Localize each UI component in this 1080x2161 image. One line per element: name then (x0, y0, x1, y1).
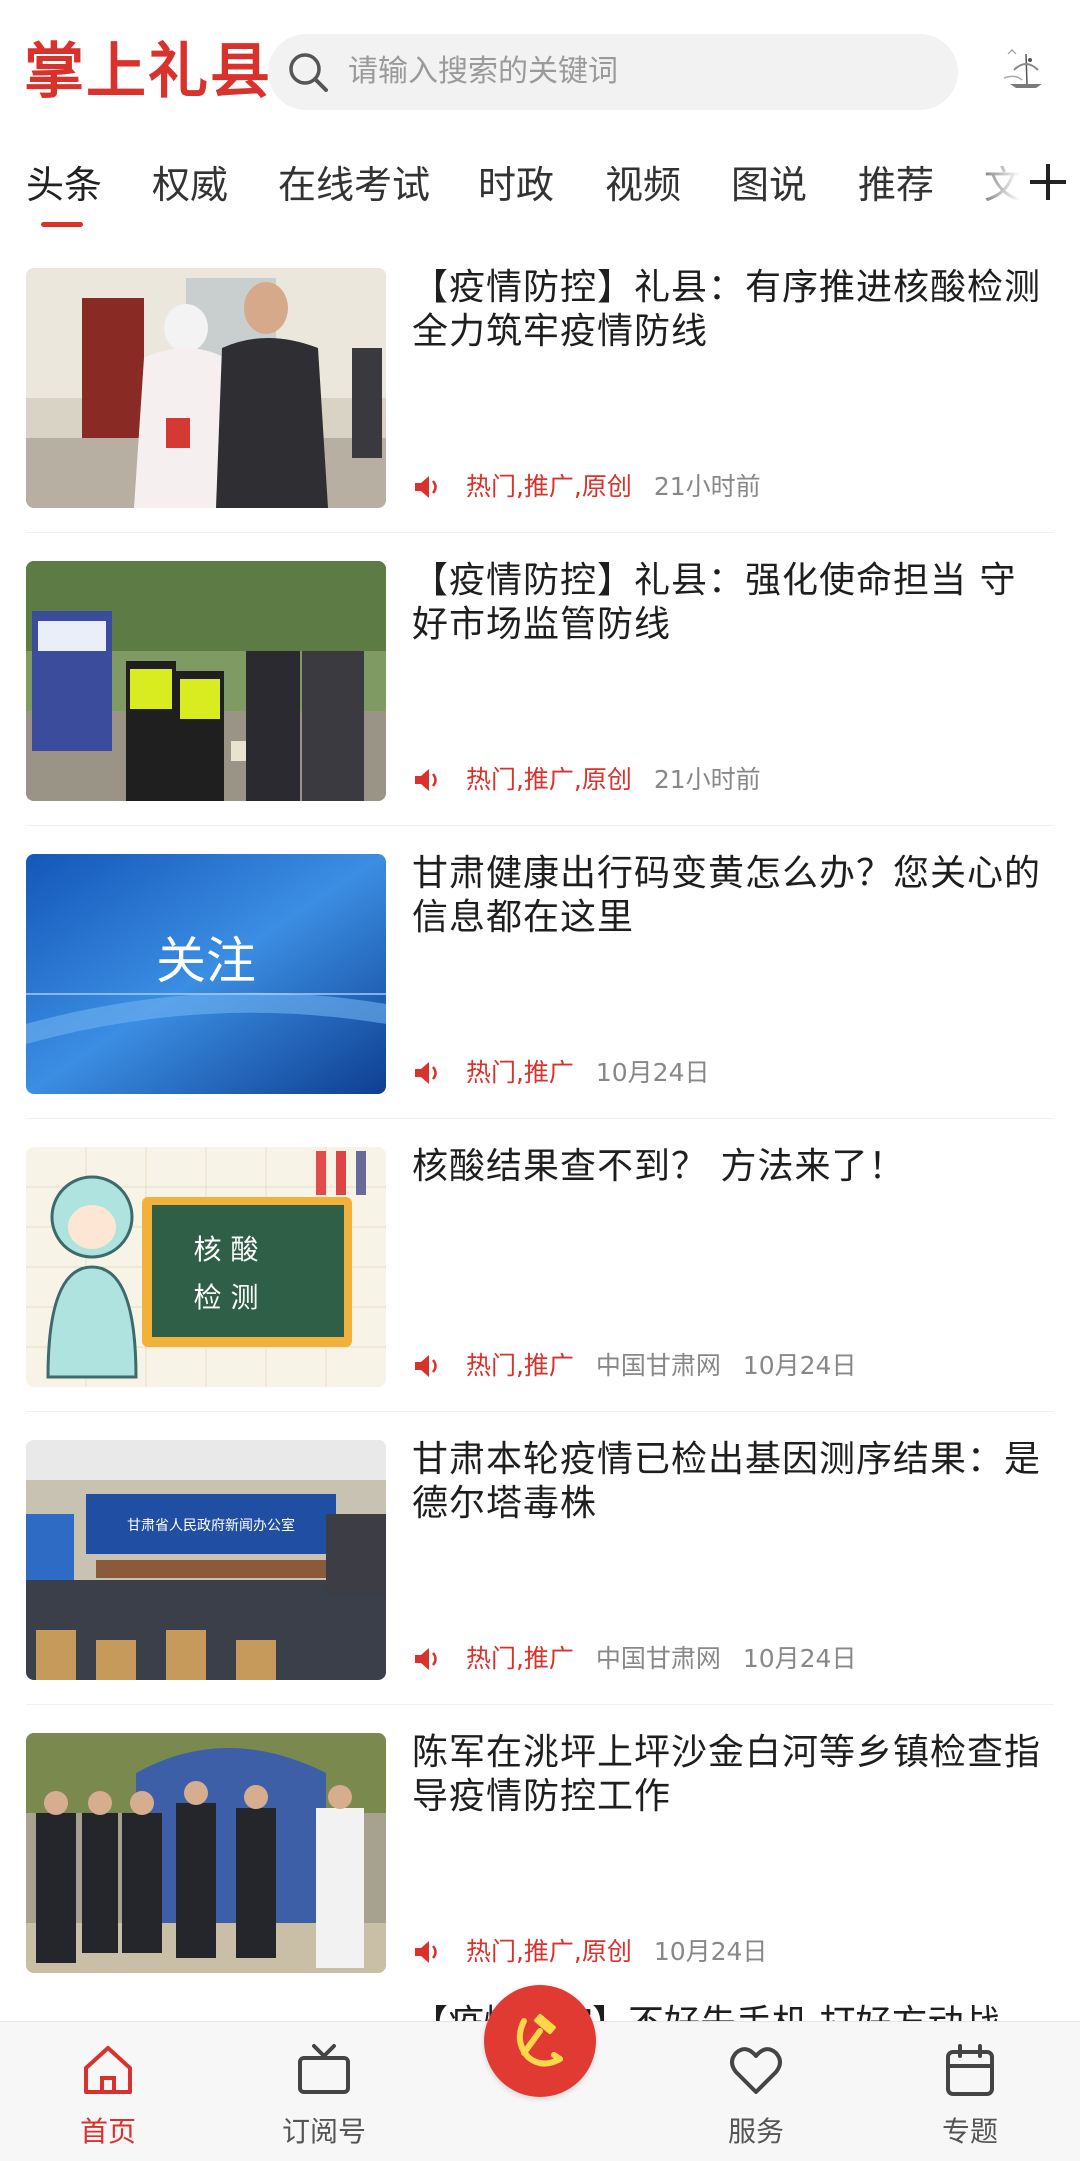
news-item[interactable]: 陈军在洮坪上坪沙金白河等乡镇检查指导疫情防控工作 热门,推广,原创 10月24日 (0, 1705, 1080, 1998)
speaker-icon[interactable] (412, 473, 442, 501)
news-item[interactable]: 【疫情防控】礼县：有序推进核酸检测 全力筑牢疫情防线 热门,推广,原创 21小时… (0, 240, 1080, 533)
tab-online-exam[interactable]: 在线考试 (278, 150, 430, 220)
hammer-sickle-icon (516, 2013, 563, 2067)
thumb-caption-2: 检 测 (194, 1281, 259, 1314)
news-title[interactable]: 核酸结果查不到？ 方法来了！ (412, 1145, 1052, 1189)
app-root: 掌上礼县 请输入搜索的关键词 头条 权威 在线考试 时政 视频 图说 推荐 文 (0, 0, 1080, 2161)
thumb-caption-1: 核 酸 (194, 1233, 259, 1266)
news-item[interactable]: 核 酸 检 测 核酸结果查不到？ 方法来了！ 热门,推广 中国甘肃网 10月24… (0, 1119, 1080, 1412)
speaker-icon[interactable] (412, 1059, 442, 1087)
news-meta: 热门,推广,原创 10月24日 (412, 1931, 767, 1971)
news-meta: 热门,推广,原创 21小时前 (412, 759, 761, 799)
news-time: 10月24日 (742, 1644, 857, 1673)
news-illustration: 核 酸 检 测 (26, 1147, 386, 1387)
tab-video[interactable]: 视频 (605, 150, 681, 220)
news-tags: 热门,推广 (465, 1351, 574, 1380)
search-input[interactable]: 请输入搜索的关键词 (268, 34, 958, 110)
news-time: 10月24日 (653, 1937, 768, 1966)
nav-service[interactable]: 服务 (676, 2022, 836, 2161)
nav-home-label: 首页 (79, 2115, 136, 2148)
news-title[interactable]: 【疫情防控】礼县：有序推进核酸检测 全力筑牢疫情防线 (412, 266, 1052, 354)
tab-politics[interactable]: 时政 (478, 150, 554, 220)
news-thumbnail: 关注 (26, 854, 386, 1094)
nav-service-label: 服务 (727, 2115, 784, 2148)
news-photo (26, 561, 386, 801)
thumb-caption: 关注 (156, 932, 256, 990)
news-title[interactable]: 甘肃健康出行码变黄怎么办？您关心的信息都在这里 (412, 852, 1052, 940)
news-meta: 热门,推广 中国甘肃网 10月24日 (412, 1345, 856, 1385)
news-title[interactable]: 甘肃本轮疫情已检出基因测序结果：是德尔塔毒株 (412, 1438, 1052, 1526)
tab-recommend[interactable]: 推荐 (858, 150, 934, 220)
news-graphic: 关注 (26, 854, 386, 1094)
thumb-caption: 甘肃省人民政府新闻办公室 (127, 1517, 295, 1534)
speaker-icon[interactable] (412, 766, 442, 794)
tabs-fade (960, 146, 1020, 226)
news-thumbnail (26, 268, 386, 508)
tab-pictures[interactable]: 图说 (731, 150, 807, 220)
news-item[interactable]: 甘肃省人民政府新闻办公室 甘肃本轮疫情已检出基因测序结果：是德尔塔毒株 热门,推… (0, 1412, 1080, 1705)
active-tab-indicator (41, 222, 83, 227)
news-title[interactable]: 【疫情防控】礼县：强化使命担当 守好市场监管防线 (412, 559, 1052, 647)
news-tags: 热门,推广 (465, 1058, 574, 1087)
category-tabs: 头条 权威 在线考试 时政 视频 图说 推荐 文 (0, 140, 1080, 240)
heart-icon (730, 2047, 782, 2094)
news-tags: 热门,推广 (465, 1644, 574, 1673)
nav-topics-label: 专题 (941, 2115, 998, 2148)
news-thumbnail (26, 1733, 386, 1973)
news-meta: 热门,推广 10月24日 (412, 1052, 709, 1092)
news-tags: 热门,推广,原创 (465, 472, 632, 501)
news-photo: 甘肃省人民政府新闻办公室 (26, 1440, 386, 1680)
news-title[interactable]: 陈军在洮坪上坪沙金白河等乡镇检查指导疫情防控工作 (412, 1731, 1052, 1819)
news-thumbnail: 核 酸 检 测 (26, 1147, 386, 1387)
home-icon (84, 2046, 132, 2094)
nav-topics[interactable]: 专题 (890, 2022, 1050, 2161)
party-emblem-button[interactable] (484, 1985, 596, 2097)
crane-logo-icon[interactable] (996, 40, 1056, 100)
search-placeholder: 请输入搜索的关键词 (348, 54, 618, 89)
nav-home[interactable]: 首页 (28, 2022, 188, 2161)
news-time: 21小时前 (653, 765, 761, 794)
nav-subscribe[interactable]: 订阅号 (244, 2022, 404, 2161)
add-tab-button[interactable] (1020, 150, 1076, 214)
news-meta: 热门,推广,原创 21小时前 (412, 466, 761, 506)
nav-subscribe-label: 订阅号 (281, 2115, 366, 2148)
search-icon (289, 53, 328, 92)
news-item[interactable]: 【疫情防控】礼县：强化使命担当 守好市场监管防线 热门,推广,原创 21小时前 (0, 533, 1080, 826)
news-thumbnail (26, 561, 386, 801)
news-tags: 热门,推广,原创 (465, 765, 632, 794)
tab-authority[interactable]: 权威 (152, 150, 228, 220)
speaker-icon[interactable] (412, 1645, 442, 1673)
top-header: 掌上礼县 请输入搜索的关键词 (0, 0, 1080, 140)
news-time: 10月24日 (742, 1351, 857, 1380)
news-thumbnail: 甘肃省人民政府新闻办公室 (26, 1440, 386, 1680)
news-photo (26, 1733, 386, 1973)
tab-headlines[interactable]: 头条 (26, 150, 102, 220)
news-source: 中国甘肃网 (595, 1644, 721, 1673)
app-title: 掌上礼县 (24, 37, 272, 107)
speaker-icon[interactable] (412, 1938, 442, 1966)
calendar-icon (946, 2044, 994, 2096)
news-meta: 热门,推广 中国甘肃网 10月24日 (412, 1638, 856, 1678)
news-time: 10月24日 (595, 1058, 710, 1087)
tv-icon (298, 2044, 350, 2094)
news-photo (26, 268, 386, 508)
news-source: 中国甘肃网 (595, 1351, 721, 1380)
news-time: 21小时前 (653, 472, 761, 501)
news-tags: 热门,推广,原创 (465, 1937, 632, 1966)
plus-icon (1030, 164, 1066, 200)
speaker-icon[interactable] (412, 1352, 442, 1380)
news-item[interactable]: 关注 甘肃健康出行码变黄怎么办？您关心的信息都在这里 热门,推广 10月24日 (0, 826, 1080, 1119)
